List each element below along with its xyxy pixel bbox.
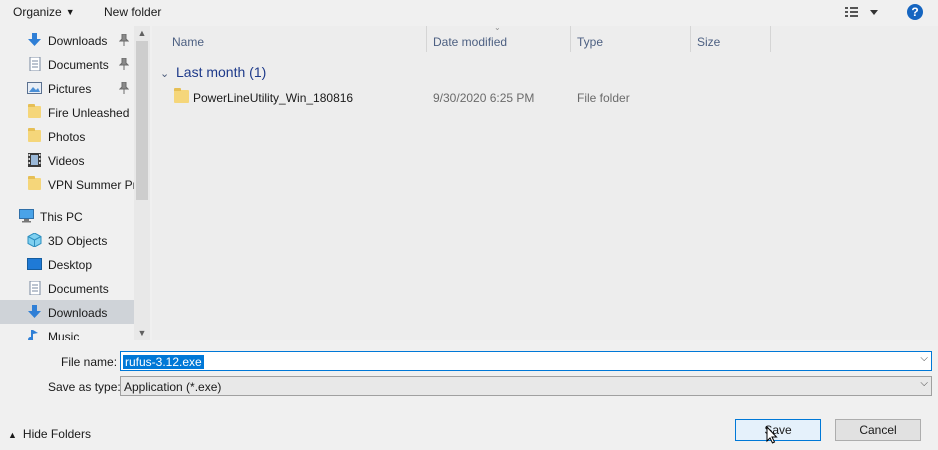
file-name-field[interactable]: rufus-3.12.exe ⌵ <box>120 351 932 371</box>
download-arrow-icon <box>28 305 41 318</box>
folder-icon <box>28 104 41 118</box>
nav-item-label: Videos <box>48 154 85 168</box>
nav-item-documents[interactable]: Documents <box>0 276 134 300</box>
navigation-pane[interactable]: Downloads Documents Pictures Fire Unleas… <box>0 26 150 340</box>
nav-item-label: Downloads <box>48 34 108 48</box>
nav-item-vpn-summer[interactable]: VPN Summer Pr <box>0 172 137 196</box>
column-label: Date modified <box>433 35 508 49</box>
folder-icon <box>174 88 189 103</box>
pin-icon[interactable] <box>119 82 129 94</box>
nav-item-documents-quick[interactable]: Documents <box>0 52 134 76</box>
nav-item-label: Pictures <box>48 82 92 96</box>
organize-menu-button[interactable]: Organize ▼ <box>13 5 75 19</box>
save-form: File name: rufus-3.12.exe ⌵ Save as type… <box>0 340 938 450</box>
scroll-down-icon[interactable]: ▼ <box>137 328 147 338</box>
column-header-size[interactable]: Size <box>691 30 769 54</box>
file-name: PowerLineUtility_Win_180816 <box>193 91 354 105</box>
save-as-type-label: Save as type: <box>48 380 121 394</box>
videos-icon <box>28 153 41 167</box>
folder-icon <box>28 176 41 190</box>
folder-icon <box>28 128 41 142</box>
pictures-icon <box>27 82 42 94</box>
help-button[interactable]: ? <box>907 4 923 20</box>
chevron-down-icon[interactable]: ⌵ <box>920 378 928 389</box>
nav-item-label: Photos <box>48 130 86 144</box>
nav-item-label: This PC <box>40 210 83 224</box>
nav-item-label: Documents <box>48 282 109 296</box>
desktop-icon <box>27 258 42 270</box>
table-row[interactable]: PowerLineUtility_Win_180816 9/30/2020 6:… <box>152 85 938 109</box>
nav-item-3d-objects[interactable]: 3D Objects <box>0 228 134 252</box>
hide-folders-label: Hide Folders <box>22 427 91 441</box>
new-folder-button[interactable]: New folder <box>104 5 161 19</box>
caret-down-icon: ▼ <box>65 7 75 17</box>
nav-item-music[interactable]: Music <box>0 324 134 340</box>
group-header[interactable]: ⌄ Last month (1) <box>160 64 266 80</box>
nav-item-label: Fire Unleashed <box>48 106 130 120</box>
nav-item-fire-unleashed[interactable]: Fire Unleashed <box>0 100 134 124</box>
nav-item-videos[interactable]: Videos <box>0 148 134 172</box>
organize-label: Organize <box>13 5 62 19</box>
file-date-modified: 9/30/2020 6:25 PM <box>433 91 535 105</box>
column-header-name[interactable]: Name <box>166 30 426 54</box>
nav-item-label: Music <box>48 330 80 340</box>
nav-item-label: VPN Summer Pr <box>48 178 137 192</box>
save-button[interactable]: Save <box>735 419 821 441</box>
nav-scrollbar[interactable]: ▲ ▼ <box>134 26 150 340</box>
column-header-date-modified[interactable]: Date modified <box>427 30 569 54</box>
nav-item-label: Downloads <box>48 306 108 320</box>
cancel-button[interactable]: Cancel <box>835 419 921 441</box>
column-header-type[interactable]: Type <box>571 30 689 54</box>
column-divider[interactable] <box>770 26 771 52</box>
scrollbar-thumb[interactable] <box>136 41 148 200</box>
pin-icon[interactable] <box>119 34 129 46</box>
change-view-button[interactable] <box>843 4 883 20</box>
file-name-label: File name: <box>61 355 118 369</box>
nav-item-label: Documents <box>48 58 109 72</box>
save-as-type-select[interactable]: Application (*.exe) ⌵ <box>120 376 932 396</box>
mouse-cursor-icon <box>766 426 778 444</box>
nav-item-label: 3D Objects <box>48 234 108 248</box>
file-type: File folder <box>577 91 630 105</box>
nav-item-pictures[interactable]: Pictures <box>0 76 134 100</box>
view-options-icon <box>845 7 878 17</box>
3d-objects-icon <box>27 233 42 247</box>
download-arrow-icon <box>28 33 41 46</box>
computer-icon <box>19 209 34 223</box>
document-icon <box>29 281 41 295</box>
chevron-up-icon: ▲ <box>8 430 17 440</box>
file-list[interactable]: Name ⌄ Date modified Type Size ⌄ Last mon… <box>152 23 938 340</box>
column-label: Size <box>697 35 721 49</box>
nav-item-desktop[interactable]: Desktop <box>0 252 134 276</box>
file-name-value[interactable]: rufus-3.12.exe <box>123 355 204 369</box>
pin-icon[interactable] <box>119 58 129 70</box>
nav-item-downloads-quick[interactable]: Downloads <box>0 28 134 52</box>
document-icon <box>29 57 41 71</box>
chevron-down-icon[interactable]: ⌄ <box>160 67 172 80</box>
nav-item-this-pc[interactable]: This PC <box>0 204 134 228</box>
save-as-type-value: Application (*.exe) <box>124 380 222 394</box>
nav-item-photos[interactable]: Photos <box>0 124 134 148</box>
nav-item-downloads[interactable]: Downloads <box>0 300 134 324</box>
music-icon <box>28 330 38 340</box>
column-label: Name <box>172 35 205 49</box>
group-label: Last month (1) <box>176 64 267 80</box>
command-bar: Organize ▼ New folder ? <box>0 0 938 24</box>
hide-folders-button[interactable]: ▲ Hide Folders <box>8 427 91 441</box>
scroll-up-icon[interactable]: ▲ <box>137 28 147 38</box>
column-label: Type <box>577 35 604 49</box>
nav-item-label: Desktop <box>48 258 93 272</box>
chevron-down-icon[interactable]: ⌵ <box>920 353 928 364</box>
